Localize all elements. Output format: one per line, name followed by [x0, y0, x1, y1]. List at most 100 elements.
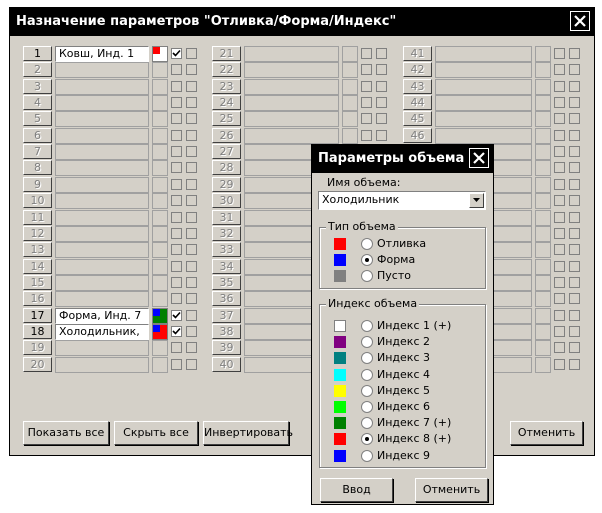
- row-visible-checkbox[interactable]: [554, 97, 565, 108]
- row-extra-checkbox[interactable]: [186, 179, 197, 190]
- row-number-button[interactable]: 19: [23, 340, 52, 355]
- row-extra-checkbox[interactable]: [569, 130, 580, 141]
- row-visible-checkbox[interactable]: [361, 48, 372, 59]
- row-number-button[interactable]: 22: [212, 62, 241, 77]
- index-radio[interactable]: [361, 417, 373, 430]
- row-color-swatch[interactable]: [152, 62, 168, 78]
- row-extra-checkbox[interactable]: [186, 342, 197, 353]
- index-radio[interactable]: [361, 368, 373, 381]
- row-color-swatch[interactable]: [535, 111, 551, 127]
- row-visible-checkbox[interactable]: [361, 64, 372, 75]
- row-extra-checkbox[interactable]: [569, 81, 580, 92]
- dialog-close-icon[interactable]: [469, 148, 489, 168]
- row-visible-checkbox[interactable]: [554, 195, 565, 206]
- row-extra-checkbox[interactable]: [569, 179, 580, 190]
- type-radio[interactable]: [361, 254, 373, 266]
- close-icon[interactable]: [570, 11, 590, 31]
- row-number-button[interactable]: 18: [23, 324, 52, 339]
- row-extra-checkbox[interactable]: [186, 113, 197, 124]
- row-extra-checkbox[interactable]: [569, 146, 580, 157]
- row-color-swatch[interactable]: [535, 308, 551, 324]
- row-number-button[interactable]: 1: [23, 46, 52, 61]
- row-visible-checkbox[interactable]: [171, 293, 182, 304]
- row-number-button[interactable]: 32: [212, 226, 241, 241]
- row-number-button[interactable]: 5: [23, 111, 52, 126]
- row-number-button[interactable]: 27: [212, 144, 241, 159]
- row-visible-checkbox[interactable]: [171, 342, 182, 353]
- index-radio[interactable]: [361, 433, 373, 446]
- ok-button[interactable]: Ввод: [320, 478, 393, 502]
- row-number-button[interactable]: 10: [23, 193, 52, 208]
- row-visible-checkbox[interactable]: [171, 64, 182, 75]
- row-extra-checkbox[interactable]: [186, 81, 197, 92]
- row-number-button[interactable]: 25: [212, 111, 241, 126]
- row-extra-checkbox[interactable]: [186, 326, 197, 337]
- row-visible-checkbox[interactable]: [171, 261, 182, 272]
- row-visible-checkbox[interactable]: [171, 195, 182, 206]
- dialog-cancel-button[interactable]: Отменить: [415, 478, 488, 502]
- row-color-swatch[interactable]: [152, 128, 168, 144]
- row-visible-checkbox[interactable]: [171, 359, 182, 370]
- row-color-swatch[interactable]: [152, 144, 168, 160]
- row-color-swatch[interactable]: [152, 46, 168, 62]
- row-color-swatch[interactable]: [152, 242, 168, 258]
- index-radio[interactable]: [361, 320, 373, 332]
- row-extra-checkbox[interactable]: [186, 64, 197, 75]
- row-number-button[interactable]: 17: [23, 308, 52, 323]
- row-number-button[interactable]: 43: [403, 79, 432, 94]
- row-number-button[interactable]: 42: [403, 62, 432, 77]
- row-number-button[interactable]: 40: [212, 357, 241, 372]
- row-number-button[interactable]: 14: [23, 259, 52, 274]
- row-number-button[interactable]: 21: [212, 46, 241, 61]
- row-visible-checkbox[interactable]: [554, 277, 565, 288]
- row-visible-checkbox[interactable]: [554, 261, 565, 272]
- row-extra-checkbox[interactable]: [186, 310, 197, 321]
- row-extra-checkbox[interactable]: [569, 64, 580, 75]
- row-extra-checkbox[interactable]: [186, 244, 197, 255]
- row-visible-checkbox[interactable]: [361, 97, 372, 108]
- row-number-button[interactable]: 23: [212, 79, 241, 94]
- row-visible-checkbox[interactable]: [171, 113, 182, 124]
- row-visible-checkbox[interactable]: [171, 179, 182, 190]
- row-number-button[interactable]: 31: [212, 210, 241, 225]
- row-color-swatch[interactable]: [535, 62, 551, 78]
- row-visible-checkbox[interactable]: [171, 277, 182, 288]
- row-extra-checkbox[interactable]: [569, 261, 580, 272]
- row-extra-checkbox[interactable]: [186, 277, 197, 288]
- row-extra-checkbox[interactable]: [569, 212, 580, 223]
- row-color-swatch[interactable]: [342, 79, 358, 95]
- row-extra-checkbox[interactable]: [569, 326, 580, 337]
- type-radio[interactable]: [361, 238, 373, 250]
- row-number-button[interactable]: 36: [212, 291, 241, 306]
- row-number-button[interactable]: 34: [212, 259, 241, 274]
- row-visible-checkbox[interactable]: [554, 113, 565, 124]
- row-extra-checkbox[interactable]: [376, 48, 387, 59]
- row-number-button[interactable]: 24: [212, 95, 241, 110]
- row-visible-checkbox[interactable]: [171, 326, 182, 337]
- row-number-button[interactable]: 41: [403, 46, 432, 61]
- row-number-button[interactable]: 39: [212, 340, 241, 355]
- row-visible-checkbox[interactable]: [171, 81, 182, 92]
- row-visible-checkbox[interactable]: [554, 342, 565, 353]
- row-extra-checkbox[interactable]: [186, 195, 197, 206]
- row-color-swatch[interactable]: [342, 95, 358, 111]
- row-extra-checkbox[interactable]: [186, 146, 197, 157]
- row-visible-checkbox[interactable]: [554, 359, 565, 370]
- cancel-button[interactable]: Отменить: [510, 421, 583, 445]
- row-color-swatch[interactable]: [152, 160, 168, 176]
- row-extra-checkbox[interactable]: [569, 342, 580, 353]
- index-radio[interactable]: [361, 384, 373, 397]
- row-visible-checkbox[interactable]: [554, 81, 565, 92]
- row-visible-checkbox[interactable]: [171, 162, 182, 173]
- row-visible-checkbox[interactable]: [171, 228, 182, 239]
- row-color-swatch[interactable]: [535, 226, 551, 242]
- row-visible-checkbox[interactable]: [171, 212, 182, 223]
- row-color-swatch[interactable]: [535, 79, 551, 95]
- row-color-swatch[interactable]: [152, 111, 168, 127]
- row-number-button[interactable]: 15: [23, 275, 52, 290]
- row-color-swatch[interactable]: [152, 193, 168, 209]
- row-visible-checkbox[interactable]: [554, 212, 565, 223]
- row-color-swatch[interactable]: [152, 177, 168, 193]
- row-color-swatch[interactable]: [535, 210, 551, 226]
- show-all-button[interactable]: Показать все: [23, 421, 109, 445]
